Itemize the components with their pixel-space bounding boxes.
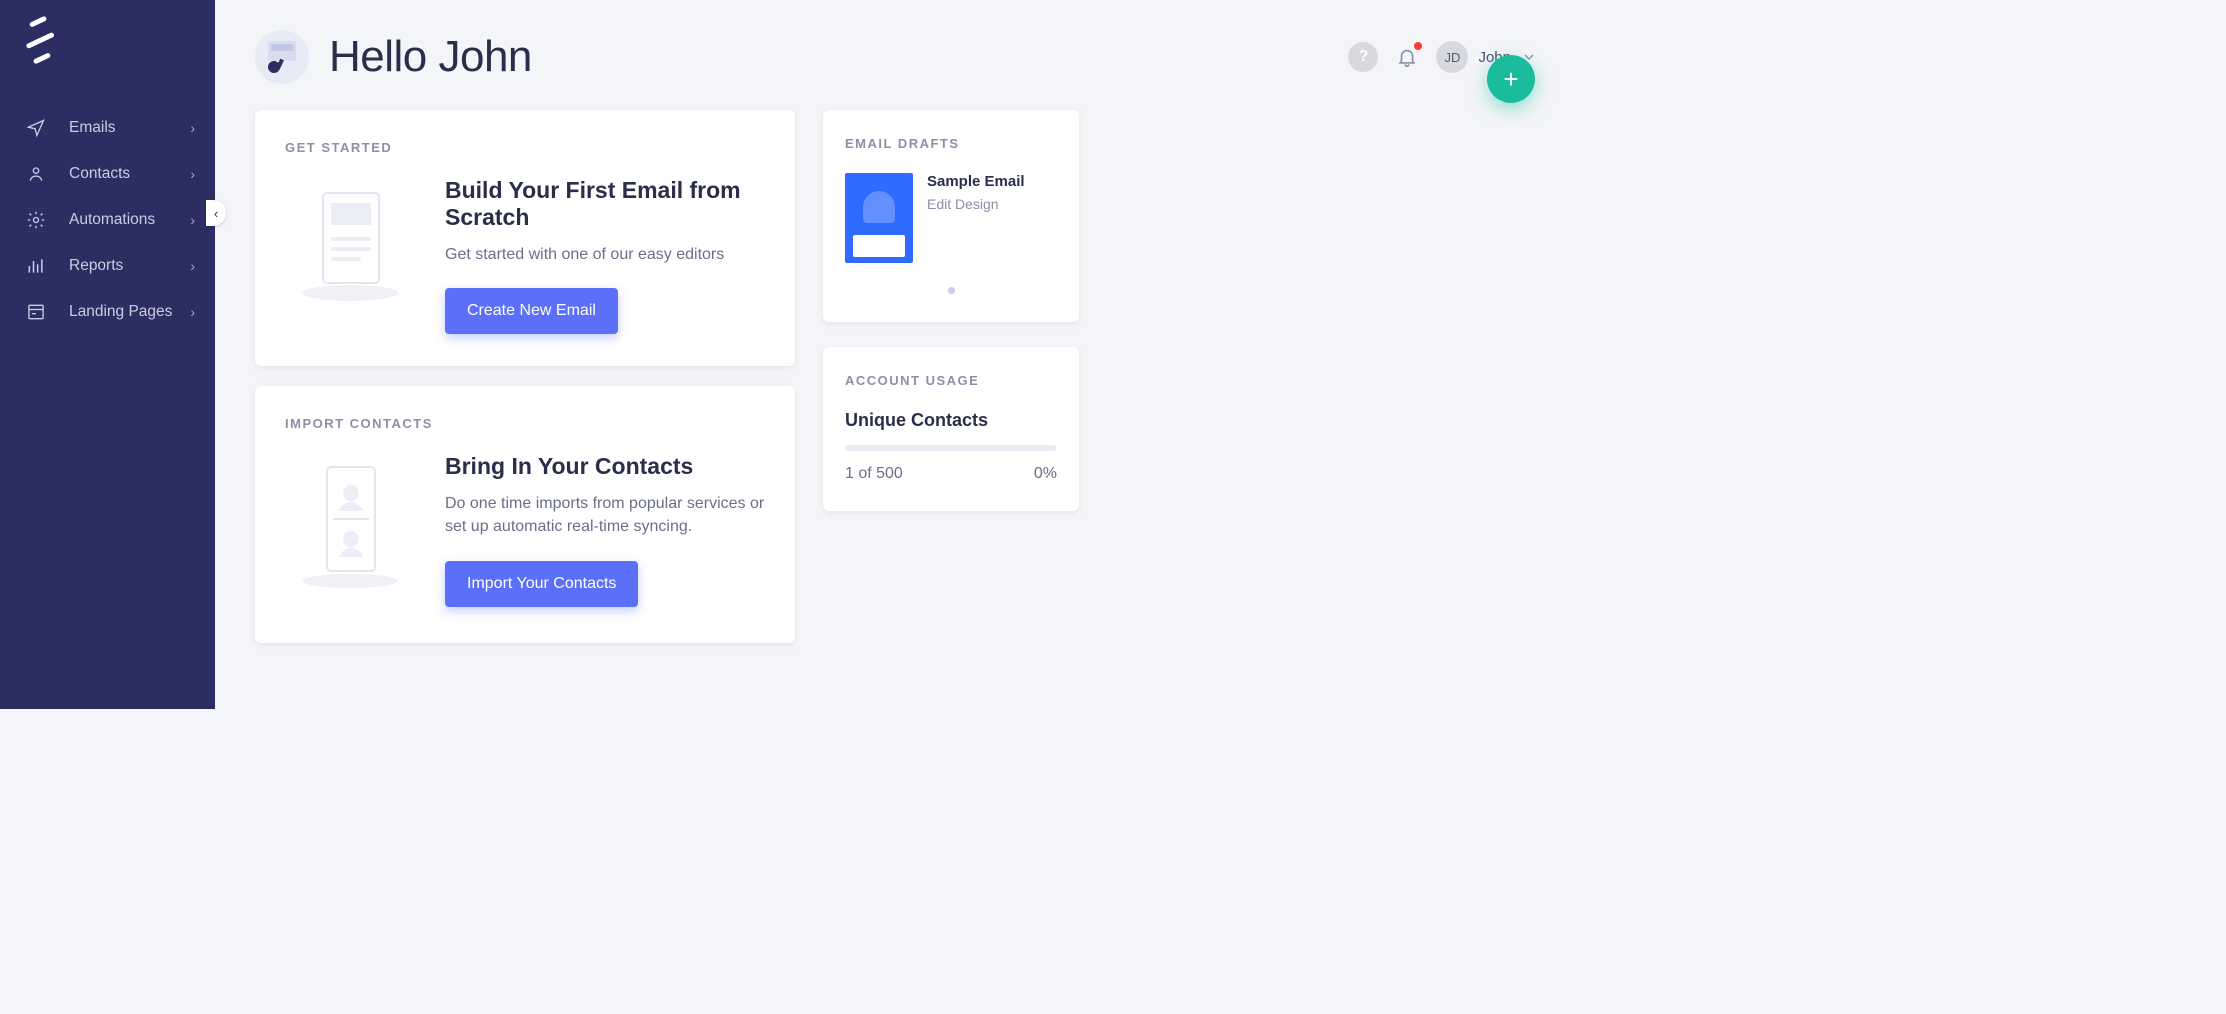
usage-count: 1 of 500 — [845, 465, 903, 483]
paper-plane-icon — [25, 117, 47, 139]
usage-progress-bar — [845, 445, 1057, 451]
sidebar-item-contacts[interactable]: Contacts › — [0, 151, 215, 197]
sidebar: Emails › Contacts › Automations › Report… — [0, 0, 215, 709]
card-kicker: IMPORT CONTACTS — [285, 416, 765, 431]
greeting-illustration — [255, 30, 309, 84]
page-icon — [25, 301, 47, 323]
sidebar-item-label: Reports — [69, 257, 123, 275]
user-initials: JD — [1436, 41, 1468, 73]
chevron-left-icon: ‹ — [214, 206, 218, 221]
email-drafts-panel: EMAIL DRAFTS Sample Email Edit Design — [823, 110, 1079, 322]
sidebar-item-label: Landing Pages — [69, 303, 172, 321]
contacts-illustration — [285, 453, 415, 589]
card-text: Do one time imports from popular service… — [445, 492, 765, 538]
email-illustration — [285, 177, 415, 303]
person-icon — [25, 163, 47, 185]
sidebar-item-reports[interactable]: Reports › — [0, 243, 215, 289]
sidebar-collapse-toggle[interactable]: ‹ — [206, 200, 226, 226]
panel-title: ACCOUNT USAGE — [845, 373, 1057, 388]
card-title: Build Your First Email from Scratch — [445, 177, 765, 231]
chevron-right-icon: › — [190, 304, 195, 320]
gear-icon — [25, 209, 47, 231]
chevron-right-icon: › — [190, 212, 195, 228]
carousel-dots — [845, 287, 1057, 294]
notifications-button[interactable] — [1394, 44, 1420, 70]
carousel-dot[interactable] — [948, 287, 955, 294]
help-button[interactable]: ? — [1348, 42, 1378, 72]
create-fab[interactable]: + — [1487, 55, 1535, 103]
sidebar-item-label: Contacts — [69, 165, 130, 183]
notification-dot — [1414, 42, 1422, 50]
draft-thumbnail — [845, 173, 913, 263]
get-started-card: GET STARTED Build Your First Email from … — [255, 110, 795, 366]
draft-title: Sample Email — [927, 173, 1025, 190]
chevron-right-icon: › — [190, 258, 195, 274]
sidebar-item-landing-pages[interactable]: Landing Pages › — [0, 289, 215, 335]
sidebar-item-label: Emails — [69, 119, 116, 137]
panel-title: EMAIL DRAFTS — [845, 136, 1057, 151]
card-kicker: GET STARTED — [285, 140, 765, 155]
right-column: EMAIL DRAFTS Sample Email Edit Design AC… — [823, 110, 1079, 536]
plus-icon: + — [1503, 66, 1518, 92]
usage-metric-label: Unique Contacts — [845, 410, 1057, 431]
import-contacts-button[interactable]: Import Your Contacts — [445, 561, 638, 607]
bar-chart-icon — [25, 255, 47, 277]
chevron-right-icon: › — [190, 120, 195, 136]
page-header: Hello John ? JD John — [255, 22, 1537, 92]
usage-percent: 0% — [1034, 465, 1057, 483]
draft-item[interactable]: Sample Email Edit Design — [845, 173, 1057, 263]
question-icon: ? — [1359, 48, 1369, 66]
card-text: Get started with one of our easy editors — [445, 243, 765, 266]
edit-design-link[interactable]: Edit Design — [927, 196, 1025, 212]
sidebar-item-automations[interactable]: Automations › — [0, 197, 215, 243]
card-title: Bring In Your Contacts — [445, 453, 765, 480]
account-usage-panel: ACCOUNT USAGE Unique Contacts 1 of 500 0… — [823, 347, 1079, 511]
sidebar-item-emails[interactable]: Emails › — [0, 105, 215, 151]
create-new-email-button[interactable]: Create New Email — [445, 288, 618, 334]
app-logo[interactable] — [18, 16, 62, 65]
main-column: GET STARTED Build Your First Email from … — [255, 110, 795, 663]
import-contacts-card: IMPORT CONTACTS Bring In Your Contacts D… — [255, 386, 795, 642]
sidebar-item-label: Automations — [69, 211, 155, 229]
greeting-text: Hello John — [329, 32, 532, 82]
chevron-right-icon: › — [190, 166, 195, 182]
